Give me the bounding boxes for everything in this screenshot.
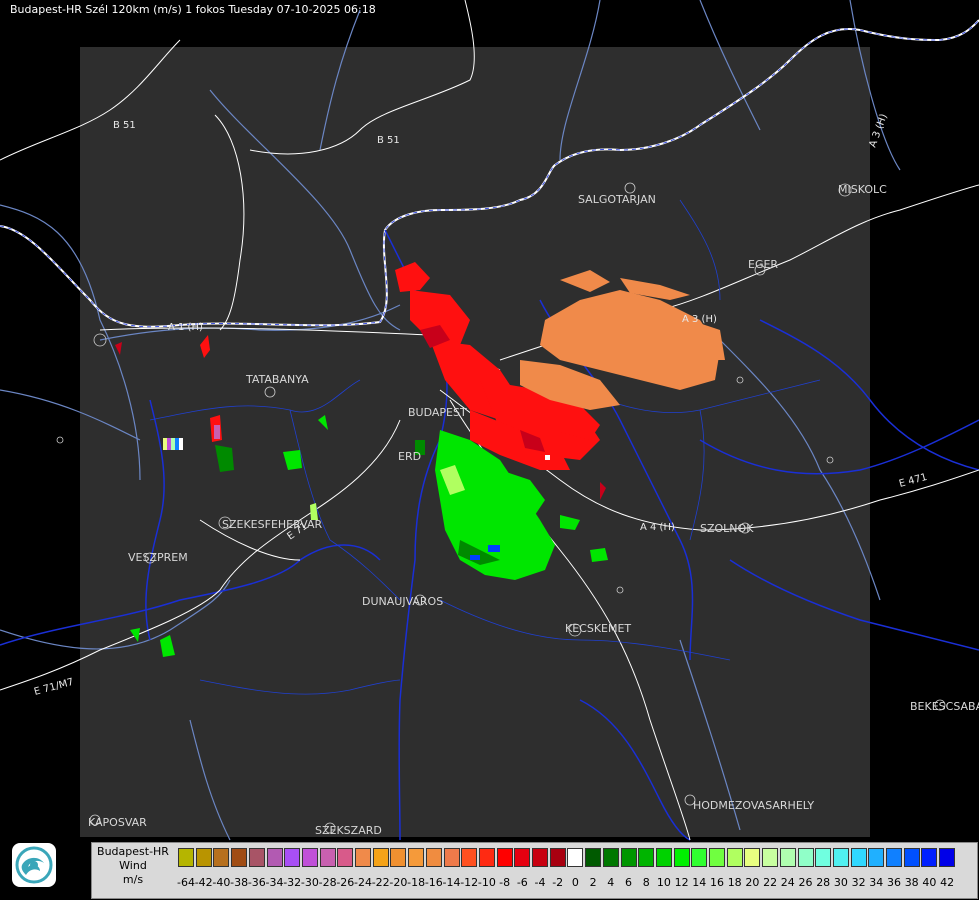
legend-swatch <box>921 848 938 867</box>
color-legend: Budapest-HR Wind m/s -64 -42 -40 -38 -36 -34-… <box>91 842 978 899</box>
legend-swatch <box>319 848 336 867</box>
legend-swatch <box>514 848 531 867</box>
legend-quantity: Wind <box>119 859 147 872</box>
legend-swatch <box>284 848 301 867</box>
city-label: TATABANYA <box>245 373 309 386</box>
city-label: SZOLNOK <box>700 522 754 535</box>
legend-swatch <box>231 848 248 867</box>
city-label: SZEKSZARD <box>315 824 382 837</box>
city-label: KAPOSVAR <box>88 816 147 829</box>
city-label: MISKOLC <box>838 183 887 196</box>
road-label: A 4 (H) <box>640 522 675 533</box>
legend-swatch <box>301 848 318 867</box>
road-label: E 471 <box>898 472 928 490</box>
city-label: BEKESCSABA <box>910 700 979 713</box>
legend-swatch <box>797 848 814 867</box>
legend-swatch <box>549 848 566 867</box>
legend-swatch <box>408 848 425 867</box>
legend-swatch <box>461 848 478 867</box>
legend-swatch <box>443 848 460 867</box>
legend-swatch <box>567 848 584 867</box>
legend-swatch <box>655 848 672 867</box>
legend-swatch <box>709 848 725 867</box>
legend-tick-label: 42 <box>940 876 955 889</box>
legend-swatch <box>850 848 867 867</box>
city-label: KECSKEMET <box>565 622 631 635</box>
legend-swatch <box>532 848 548 867</box>
city-label: DUNAUJVAROS <box>362 595 443 608</box>
legend-swatch <box>585 848 602 867</box>
legend-swatch <box>903 848 920 867</box>
legend-swatch <box>762 848 779 867</box>
legend-swatch <box>248 848 265 867</box>
road-label: A 1 (H) <box>168 322 203 333</box>
legend-swatch <box>691 848 708 867</box>
legend-swatch <box>638 848 655 867</box>
city-label: EGER <box>748 258 778 271</box>
legend-swatch <box>602 848 619 867</box>
legend-unit: m/s <box>122 873 144 886</box>
city-label: SALGOTARJAN <box>578 193 656 206</box>
legend-swatch <box>478 848 495 867</box>
legend-swatch <box>620 848 637 867</box>
legend-swatch <box>425 848 442 867</box>
city-label: BUDAPEST <box>408 406 467 419</box>
legend-swatch <box>355 848 371 867</box>
legend-swatch <box>832 848 849 867</box>
legend-swatch <box>939 848 956 867</box>
legend-swatch <box>779 848 796 867</box>
road-label: A 3 (H) <box>682 314 717 325</box>
city-label: ERD <box>398 450 421 463</box>
legend-swatch <box>372 848 389 867</box>
legend-swatch <box>195 848 212 867</box>
legend-swatch <box>266 848 283 867</box>
road-label: B 51 <box>113 120 136 131</box>
city-label: HODMEZOVASARHELY <box>693 799 814 812</box>
legend-swatch <box>886 848 902 867</box>
road-label: B 51 <box>377 135 400 146</box>
legend-swatch <box>815 848 832 867</box>
legend-swatch <box>868 848 885 867</box>
met-service-logo-icon <box>12 843 56 887</box>
legend-swatch <box>726 848 743 867</box>
legend-swatch <box>496 848 513 867</box>
city-label: VESZPREM <box>128 551 188 564</box>
legend-radar-name: Budapest-HR <box>97 845 169 858</box>
legend-swatch <box>744 848 761 867</box>
legend-swatch <box>213 848 230 867</box>
radar-map: SALGOTARJAN EGER MISKOLC TATABANYA BUDAP… <box>0 0 979 841</box>
legend-swatch <box>673 848 690 867</box>
legend-swatch <box>390 848 407 867</box>
legend-swatch <box>178 848 194 867</box>
legend-title: Budapest-HR Wind m/s <box>92 845 174 887</box>
road-label: E 71/M7 <box>33 677 75 698</box>
legend-swatch <box>337 848 354 867</box>
